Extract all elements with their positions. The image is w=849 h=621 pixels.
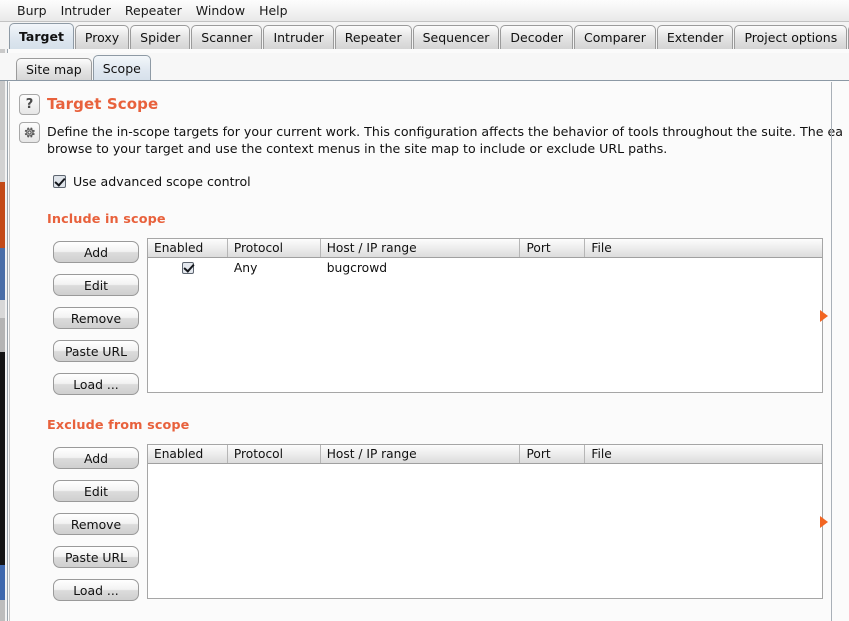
table-row[interactable]: Any bugcrowd (148, 258, 822, 277)
column-header-protocol[interactable]: Protocol (228, 445, 321, 463)
exclude-scope-table: Enabled Protocol Host / IP range Port File (147, 444, 823, 599)
row-protocol-cell: Any (233, 260, 258, 275)
column-header-port[interactable]: Port (520, 239, 586, 257)
page-title: Target Scope (47, 95, 159, 113)
column-header-enabled[interactable]: Enabled (148, 445, 228, 463)
column-header-enabled[interactable]: Enabled (148, 239, 228, 257)
include-table-body: Any bugcrowd (148, 258, 822, 277)
panel-description: Define the in-scope targets for your cur… (47, 124, 843, 156)
scope-panel: ? Target Scope Define the in-scope targe… (9, 82, 849, 621)
sub-tab-strip: Site map Scope (0, 53, 849, 80)
include_section-load-button[interactable]: Load ... (53, 373, 139, 395)
column-header-port[interactable]: Port (520, 445, 586, 463)
menu-item-window[interactable]: Window (189, 2, 252, 19)
row-file-cell (585, 258, 822, 277)
gear-glyph (24, 127, 35, 138)
tab-scanner[interactable]: Scanner (191, 25, 263, 49)
exclude_section-remove-button[interactable]: Remove (53, 513, 139, 535)
exclude-table-header: Enabled Protocol Host / IP range Port File (148, 445, 822, 464)
window-left-edge (5, 0, 8, 621)
tab-comparer[interactable]: Comparer (574, 25, 656, 49)
subtab-site-map[interactable]: Site map (16, 58, 92, 80)
include-table-header: Enabled Protocol Host / IP range Port File (148, 239, 822, 258)
include-section-heading: Include in scope (47, 212, 166, 227)
row-host-cell: bugcrowd (326, 260, 388, 275)
tab-spider[interactable]: Spider (130, 25, 191, 49)
menu-bar: Burp Intruder Repeater Window Help (0, 0, 849, 22)
tab-decoder[interactable]: Decoder (500, 25, 574, 49)
exclude-section-heading: Exclude from scope (47, 418, 190, 433)
tab-target[interactable]: Target (9, 23, 74, 49)
menu-item-burp[interactable]: Burp (10, 2, 54, 19)
menu-item-intruder[interactable]: Intruder (54, 2, 118, 19)
include-collapse-arrow-icon[interactable] (820, 310, 828, 322)
exclude_section-add-button[interactable]: Add (53, 447, 139, 469)
burp-suite-window: Burp Intruder Repeater Window Help Target Pro… (0, 0, 849, 621)
include_section-edit-button[interactable]: Edit (53, 274, 139, 296)
include-scope-table: Enabled Protocol Host / IP range Port File A… (147, 238, 823, 393)
row-port-cell (520, 258, 585, 277)
include_section-remove-button[interactable]: Remove (53, 307, 139, 329)
menu-item-repeater[interactable]: Repeater (118, 2, 189, 19)
tab-extender[interactable]: Extender (656, 25, 734, 49)
advanced-scope-checkbox-row[interactable]: Use advanced scope control (53, 174, 251, 189)
exclude_section-edit-button[interactable]: Edit (53, 480, 139, 502)
row-enabled-checkbox[interactable] (181, 261, 194, 274)
column-header-file[interactable]: File (585, 445, 822, 463)
question-mark-icon[interactable]: ? (19, 94, 40, 115)
column-header-host-ip-range[interactable]: Host / IP range (321, 239, 521, 257)
exclude_section-paste-url-button[interactable]: Paste URL (53, 546, 139, 568)
main-tab-strip: Target Proxy Spider Scanner Intruder Repeater… (0, 22, 849, 49)
menu-item-help[interactable]: Help (252, 2, 295, 19)
tab-project-options[interactable]: Project options (734, 25, 848, 49)
exclude-collapse-arrow-icon[interactable] (820, 516, 828, 528)
gear-icon[interactable] (19, 122, 40, 143)
exclude_section-load-button[interactable]: Load ... (53, 579, 139, 601)
column-header-protocol[interactable]: Protocol (228, 239, 321, 257)
column-header-file[interactable]: File (585, 239, 822, 257)
include_section-add-button[interactable]: Add (53, 241, 139, 263)
tab-repeater[interactable]: Repeater (334, 25, 412, 49)
tab-proxy[interactable]: Proxy (74, 25, 130, 49)
include_section-paste-url-button[interactable]: Paste URL (53, 340, 139, 362)
column-header-host-ip-range[interactable]: Host / IP range (321, 445, 521, 463)
advanced-scope-checkbox[interactable] (53, 175, 66, 188)
tab-sequencer[interactable]: Sequencer (412, 25, 500, 49)
right-panel-divider (831, 82, 832, 621)
advanced-scope-checkbox-label: Use advanced scope control (73, 174, 251, 189)
tab-intruder[interactable]: Intruder (263, 25, 334, 49)
question-mark-glyph: ? (25, 97, 34, 112)
row-enabled-checkbox-cell[interactable] (148, 258, 228, 277)
subtab-scope[interactable]: Scope (92, 55, 151, 80)
